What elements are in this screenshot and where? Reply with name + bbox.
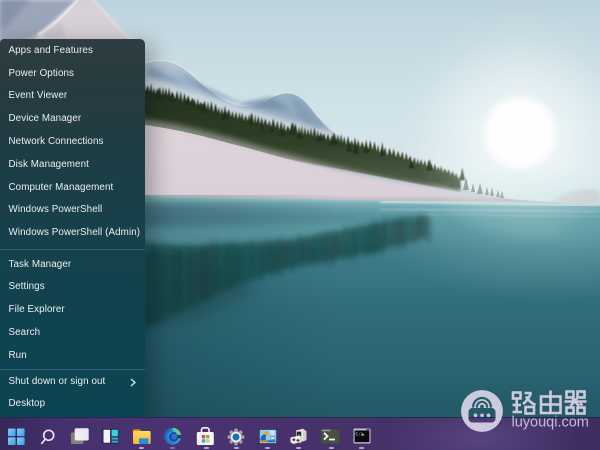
svg-text:luyouqi.com: luyouqi.com [512, 414, 589, 430]
svg-text:C:\: C:\ [355, 431, 364, 437]
